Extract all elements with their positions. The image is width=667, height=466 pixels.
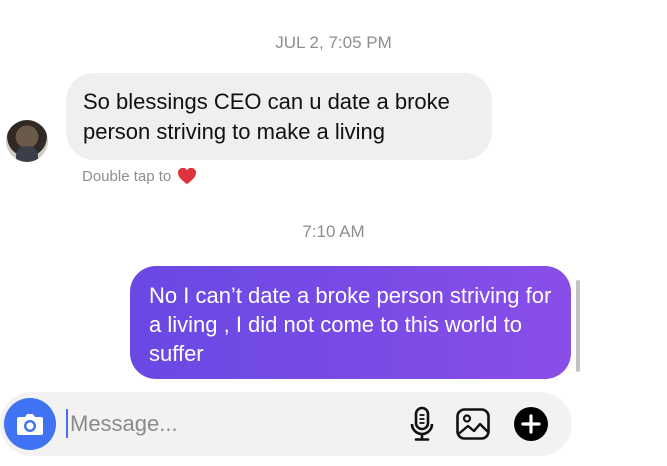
- add-button[interactable]: [513, 404, 549, 444]
- outgoing-message-text: No I can’t date a broke person striving …: [149, 283, 552, 366]
- microphone-icon: [410, 406, 434, 441]
- text-caret: [66, 409, 68, 438]
- double-tap-hint: Double tap to: [82, 167, 197, 185]
- outgoing-message-bubble[interactable]: No I can’t date a broke person striving …: [130, 266, 571, 379]
- gallery-icon: [456, 408, 490, 440]
- heart-icon[interactable]: [177, 167, 197, 185]
- plus-icon: [514, 407, 548, 441]
- camera-icon: [17, 414, 43, 435]
- incoming-message-text: So blessings CEO can u date a broke pers…: [83, 89, 450, 144]
- timestamp-7-10: 7:10 AM: [302, 222, 365, 241]
- scrollbar[interactable]: [576, 280, 580, 372]
- incoming-message-bubble[interactable]: So blessings CEO can u date a broke pers…: [66, 73, 492, 160]
- double-tap-label: Double tap to: [82, 167, 172, 185]
- message-input[interactable]: [70, 409, 390, 439]
- gallery-button[interactable]: [455, 404, 491, 444]
- voice-message-button[interactable]: [404, 404, 440, 444]
- sender-avatar[interactable]: [6, 120, 48, 162]
- timestamp-jul-2: JUL 2, 7:05 PM: [275, 33, 392, 52]
- camera-button[interactable]: [4, 398, 56, 450]
